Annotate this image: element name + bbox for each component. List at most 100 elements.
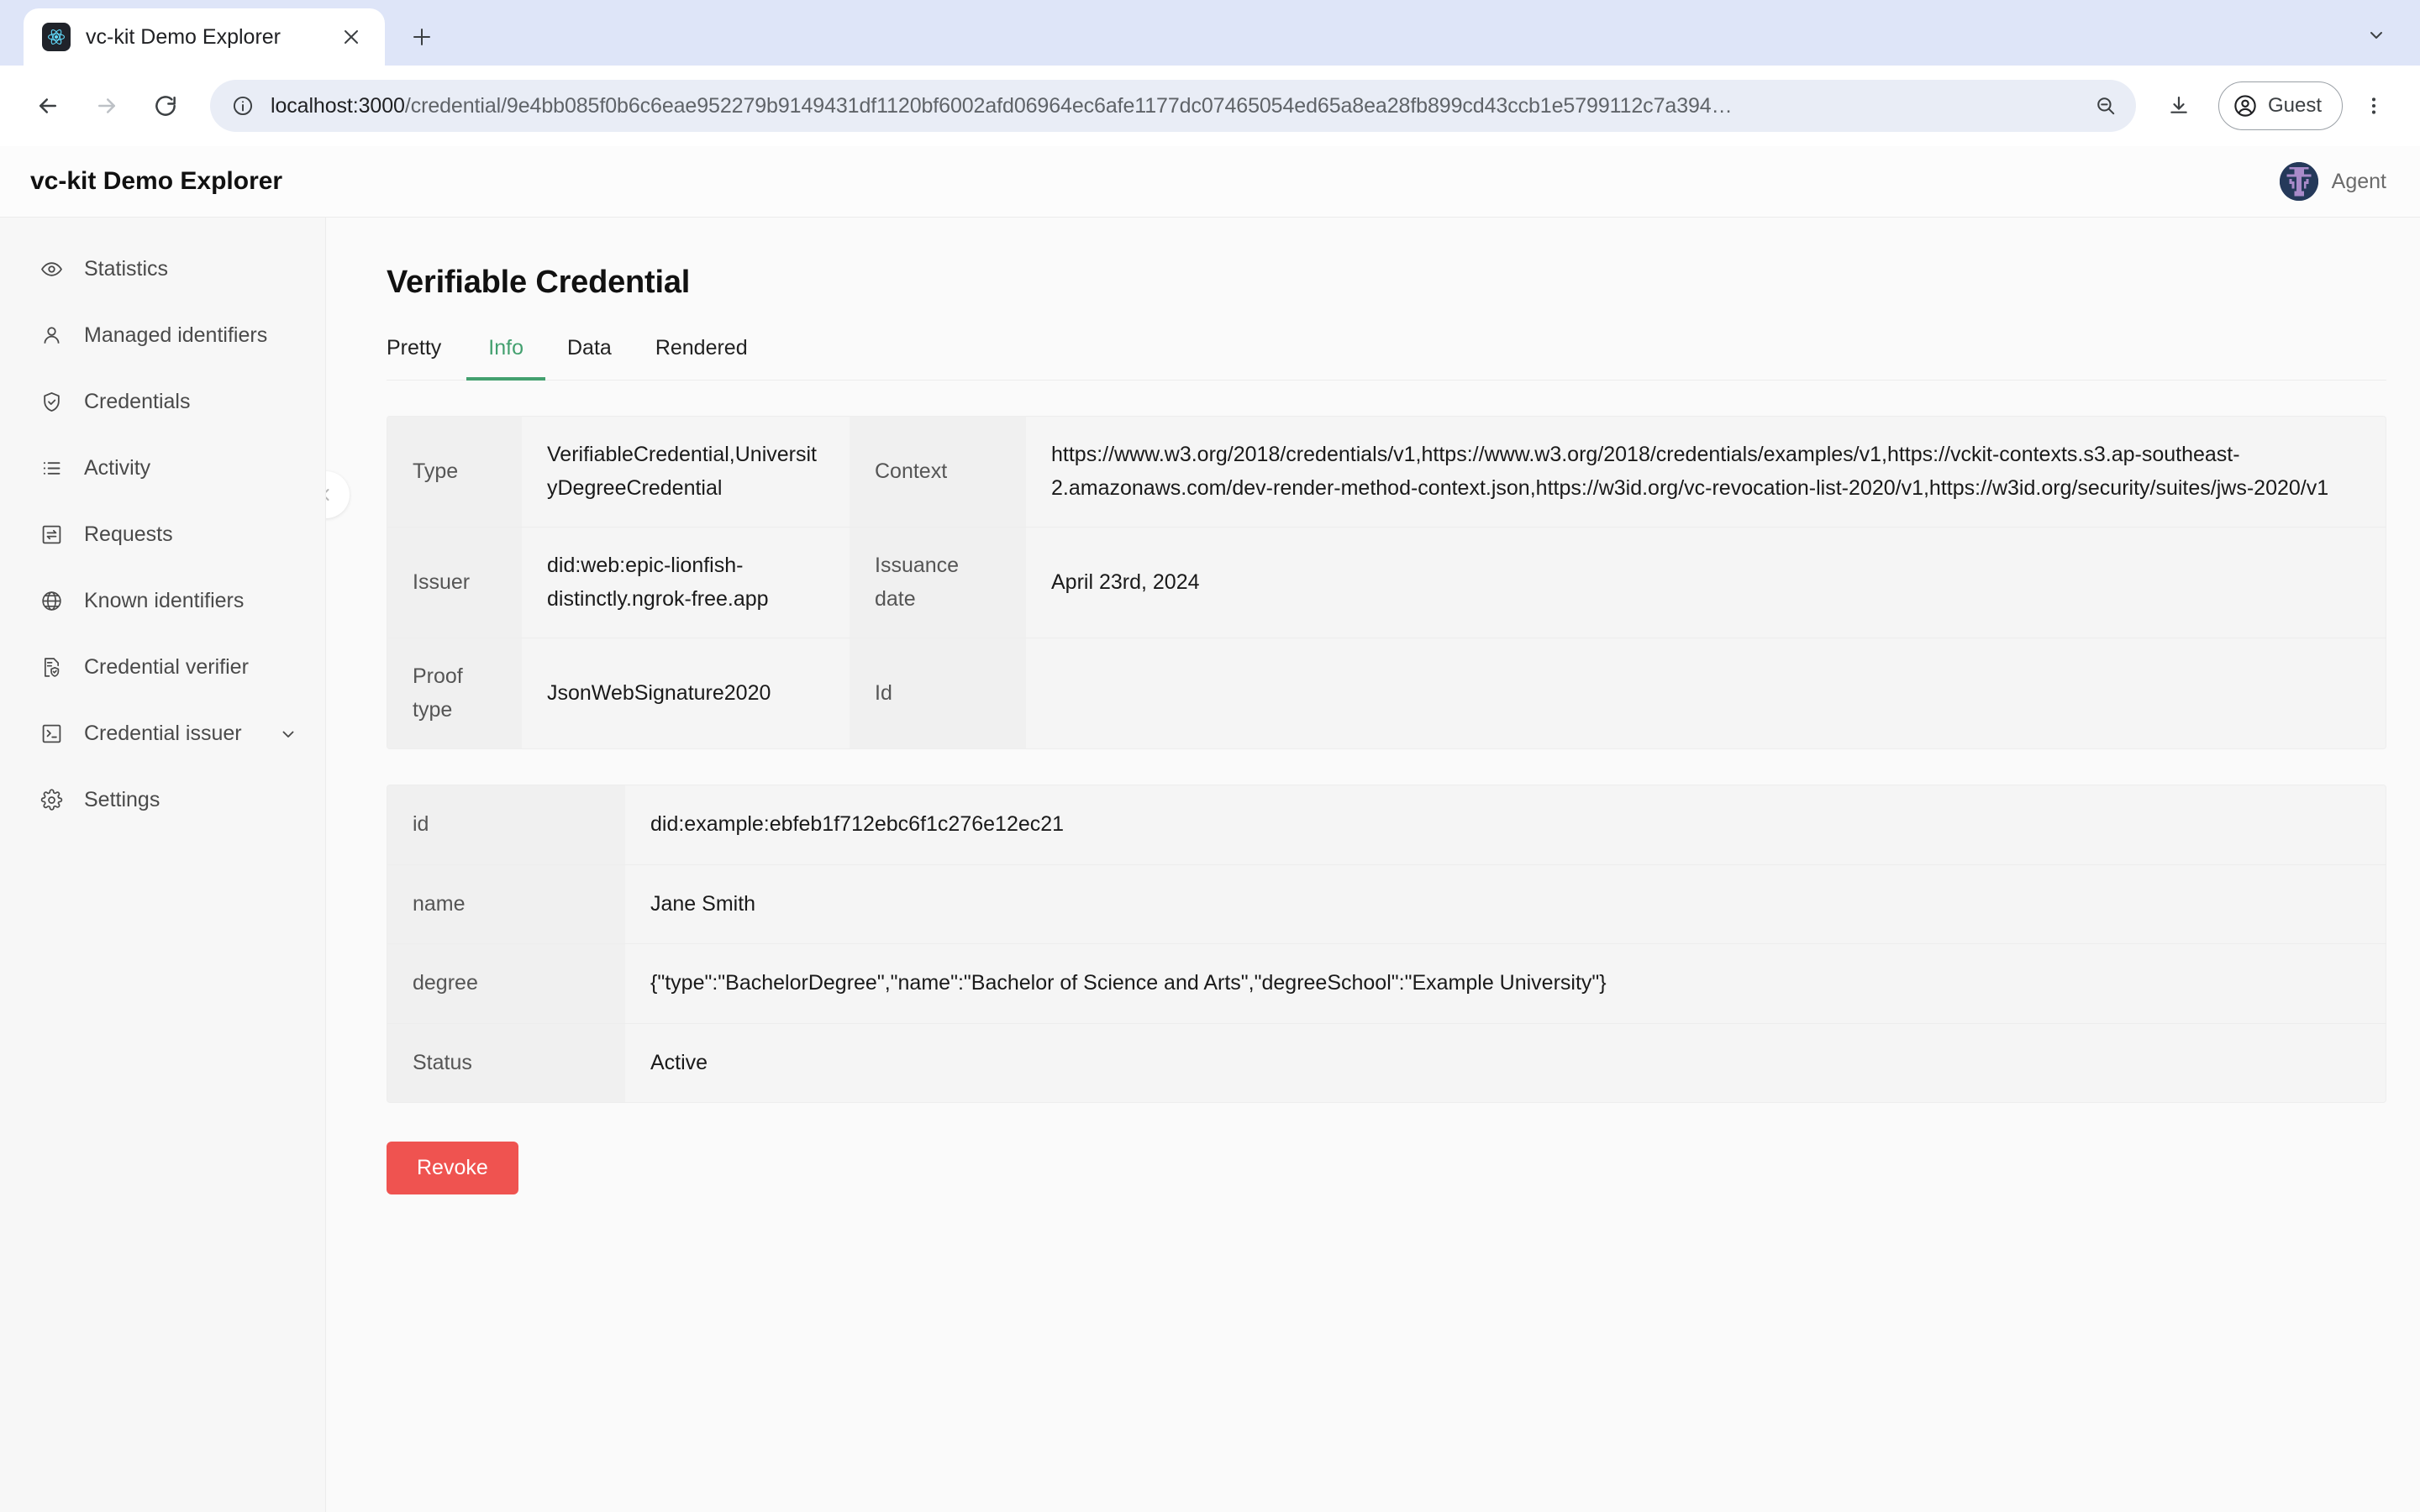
sidebar-item-label: Settings [84, 788, 160, 811]
table-row: id did:example:ebfeb1f712ebc6f1c276e12ec… [387, 785, 2386, 864]
page-body: Statistics Managed identifiers Credentia… [0, 218, 2420, 1512]
sidebar-item-label: Known identifiers [84, 589, 245, 612]
sidebar-item-managed-identifiers[interactable]: Managed identifiers [0, 302, 325, 369]
sidebar-item-activity[interactable]: Activity [0, 435, 325, 501]
credential-subject-card: id did:example:ebfeb1f712ebc6f1c276e12ec… [387, 785, 2386, 1103]
new-tab-button[interactable] [395, 10, 449, 64]
info-label-issuer: Issuer [387, 527, 522, 638]
sidebar-collapse-button[interactable] [326, 471, 350, 518]
subject-value-id: did:example:ebfeb1f712ebc6f1c276e12ec21 [625, 785, 2386, 864]
main-content: Verifiable Credential Pretty Info Data R… [326, 218, 2420, 1512]
profile-button[interactable]: Guest [2217, 81, 2343, 130]
app-header: vc-kit Demo Explorer Agent [0, 146, 2420, 218]
info-value-type: VerifiableCredential,UniversityDegreeCre… [522, 417, 850, 528]
sidebar-item-label: Requests [84, 522, 173, 546]
kebab-menu-icon[interactable] [2349, 81, 2398, 130]
info-label-type: Type [387, 417, 522, 528]
download-icon[interactable] [2154, 81, 2203, 130]
credential-subject-table: id did:example:ebfeb1f712ebc6f1c276e12ec… [387, 785, 2386, 1102]
sidebar-item-label: Statistics [84, 257, 169, 281]
browser-tab[interactable]: vc-kit Demo Explorer [24, 8, 385, 66]
sidebar-item-known-identifiers[interactable]: Known identifiers [0, 568, 325, 634]
chevron-left-icon [326, 485, 336, 505]
tab-info[interactable]: Info [466, 336, 545, 381]
user-name: Agent [2331, 169, 2386, 193]
credential-info-table: Type VerifiableCredential,UniversityDegr… [387, 417, 2386, 748]
table-row: Type VerifiableCredential,UniversityDegr… [387, 417, 2386, 528]
chevron-down-icon[interactable] [2354, 13, 2398, 57]
zoom-out-icon[interactable] [2084, 84, 2128, 128]
sidebar-item-label: Managed identifiers [84, 323, 268, 347]
info-value-issuer: did:web:epic-lionfish-distinctly.ngrok-f… [522, 527, 850, 638]
table-row: name Jane Smith [387, 864, 2386, 944]
exchange-box-icon [37, 521, 66, 549]
revoke-button[interactable]: Revoke [387, 1142, 518, 1194]
back-arrow-icon[interactable] [22, 80, 74, 132]
page-title: Verifiable Credential [387, 265, 691, 300]
avatar [2279, 162, 2318, 201]
url-path: /credential/9e4bb085f0b6c6eae952279b9149… [404, 93, 1733, 118]
info-label-proof-type: Proof type [387, 638, 522, 748]
sidebar-item-label: Credentials [84, 390, 191, 413]
sidebar-item-label: Credential verifier [84, 655, 249, 679]
info-value-context: https://www.w3.org/2018/credentials/v1,h… [1026, 417, 2386, 528]
info-value-id [1026, 638, 2386, 748]
tab-pretty[interactable]: Pretty [387, 336, 463, 381]
eye-icon [37, 255, 66, 284]
credential-view-tabs: Pretty Info Data Rendered [387, 336, 2386, 381]
web-page: vc-kit Demo Explorer Agent Statistics Ma… [0, 146, 2420, 1512]
credential-info-card: Type VerifiableCredential,UniversityDegr… [387, 416, 2386, 749]
address-bar[interactable]: localhost:3000/credential/9e4bb085f0b6c6… [210, 80, 2136, 132]
sidebar-item-credential-issuer[interactable]: Credential issuer [0, 701, 325, 767]
close-icon[interactable] [336, 22, 366, 52]
sidebar-item-requests[interactable]: Requests [0, 501, 325, 568]
account-icon [2234, 95, 2256, 117]
table-row: Proof type JsonWebSignature2020 Id [387, 638, 2386, 748]
document-shield-icon [37, 654, 66, 682]
globe-icon [37, 587, 66, 616]
table-row: Status Active [387, 1022, 2386, 1102]
browser-tab-title: vc-kit Demo Explorer [86, 24, 281, 49]
sidebar-item-credentials[interactable]: Credentials [0, 369, 325, 435]
table-row: degree {"type":"BachelorDegree","name":"… [387, 943, 2386, 1023]
profile-label: Guest [2267, 94, 2322, 117]
sidebar-item-label: Credential issuer [84, 722, 242, 745]
tab-data[interactable]: Data [545, 336, 634, 381]
info-value-proof-type: JsonWebSignature2020 [522, 638, 850, 748]
info-label-issuance-date: Issuance date [850, 527, 1026, 638]
subject-value-name: Jane Smith [625, 864, 2386, 944]
browser-toolbar: localhost:3000/credential/9e4bb085f0b6c6… [0, 66, 2420, 146]
chevron-down-icon[interactable] [276, 722, 300, 746]
sidebar-item-label: Activity [84, 456, 151, 480]
subject-label-id: id [387, 785, 625, 864]
subject-value-status: Active [625, 1022, 2386, 1102]
subject-value-degree: {"type":"BachelorDegree","name":"Bachelo… [625, 943, 2386, 1023]
shield-check-icon [37, 388, 66, 417]
list-icon [37, 454, 66, 483]
person-icon [37, 322, 66, 350]
browser-window: vc-kit Demo Explorer localhost:3000/cred… [0, 0, 2420, 1512]
info-label-id: Id [850, 638, 1026, 748]
subject-label-status: Status [387, 1022, 625, 1102]
url-host: localhost:3000 [271, 93, 405, 118]
info-label-context: Context [850, 417, 1026, 528]
app-title: vc-kit Demo Explorer [30, 167, 283, 195]
subject-label-degree: degree [387, 943, 625, 1023]
tab-rendered[interactable]: Rendered [634, 336, 770, 381]
reload-icon[interactable] [139, 80, 192, 132]
forward-arrow-icon[interactable] [81, 80, 133, 132]
header-user[interactable]: Agent [2279, 162, 2386, 201]
sidebar: Statistics Managed identifiers Credentia… [0, 218, 326, 1512]
react-logo-icon [42, 23, 71, 51]
browser-tab-strip: vc-kit Demo Explorer [0, 0, 2420, 66]
info-value-issuance-date: April 23rd, 2024 [1026, 527, 2386, 638]
sidebar-item-credential-verifier[interactable]: Credential verifier [0, 634, 325, 701]
table-row: Issuer did:web:epic-lionfish-distinctly.… [387, 527, 2386, 638]
info-circle-icon[interactable] [229, 92, 257, 120]
gear-icon [37, 786, 66, 815]
address-bar-url: localhost:3000/credential/9e4bb085f0b6c6… [271, 94, 2070, 118]
terminal-box-icon [37, 720, 66, 748]
sidebar-item-settings[interactable]: Settings [0, 767, 325, 833]
sidebar-item-statistics[interactable]: Statistics [0, 236, 325, 302]
subject-label-name: name [387, 864, 625, 944]
